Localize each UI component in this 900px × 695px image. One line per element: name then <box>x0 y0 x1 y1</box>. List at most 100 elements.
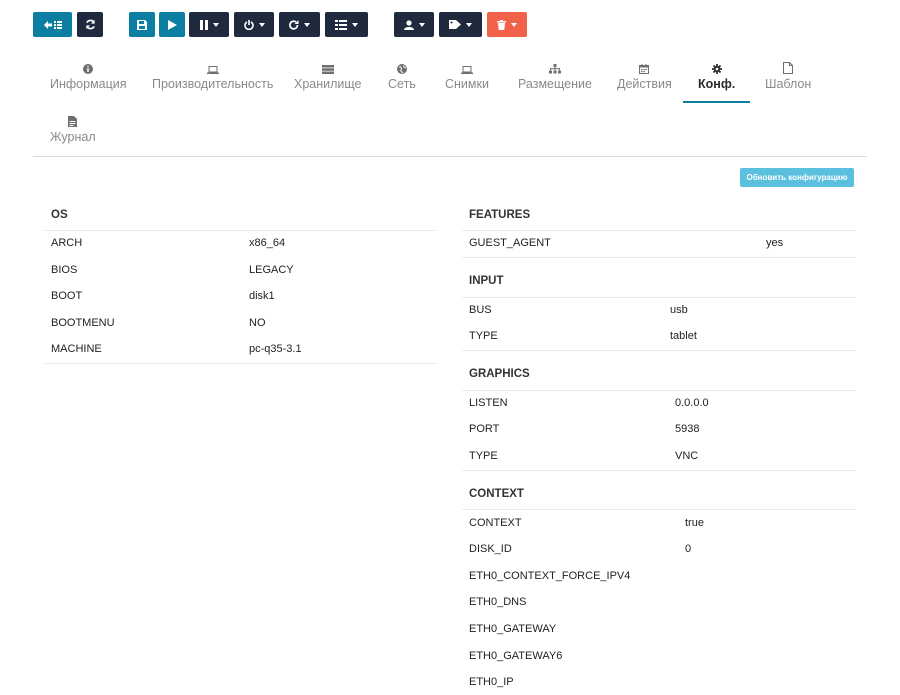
tab-network[interactable]: Сеть <box>388 60 416 91</box>
tab-label: Информация <box>50 77 127 91</box>
calendar-icon <box>639 64 650 74</box>
section-title-features: FEATURES <box>469 209 531 221</box>
config-value: VNC <box>675 450 699 462</box>
tab-label: Действия <box>617 77 672 91</box>
config-key: ARCH <box>51 237 83 249</box>
arrow-left-list-icon <box>43 20 62 29</box>
tab-label: Производительность <box>152 77 274 91</box>
chevron-down-icon <box>258 22 265 27</box>
tab-label: Снимки <box>445 77 489 91</box>
user-menu-button[interactable] <box>394 12 434 37</box>
tab-label: Журнал <box>50 130 96 144</box>
divider <box>462 230 856 231</box>
floppy-disk-icon <box>137 19 147 30</box>
tab-info[interactable]: Информация <box>50 60 127 91</box>
trash-icon <box>497 19 506 30</box>
chevron-down-icon <box>466 22 472 27</box>
reboot-menu-button[interactable] <box>279 12 320 37</box>
section-title-graphics: GRAPHICS <box>469 368 530 380</box>
tab-template[interactable]: Шаблон <box>765 60 811 91</box>
config-value: x86_64 <box>249 237 286 249</box>
tab-actions[interactable]: Действия <box>617 60 672 91</box>
list-menu-button[interactable] <box>325 12 368 37</box>
config-value: 0 <box>685 543 692 555</box>
tab-placement[interactable]: Размещение <box>518 60 592 91</box>
config-value: 0.0.0.0 <box>675 397 709 409</box>
tab-performance[interactable]: Производительность <box>152 60 273 91</box>
back-to-list-button[interactable] <box>33 12 72 37</box>
laptop-icon <box>460 66 473 74</box>
refresh-button[interactable] <box>77 12 103 37</box>
user-icon <box>403 19 414 30</box>
config-value: usb <box>670 304 688 316</box>
config-value: true <box>685 517 704 529</box>
tab-storage[interactable]: Хранилище <box>294 60 362 91</box>
config-key: BOOTMENU <box>51 317 115 329</box>
config-key: BUS <box>469 304 492 316</box>
redo-icon <box>289 19 299 30</box>
config-value: disk1 <box>249 290 275 302</box>
config-key: CONTEXT <box>469 517 522 529</box>
tab-log[interactable]: Журнал <box>50 113 96 144</box>
list-icon <box>335 19 347 30</box>
config-key: ETH0_IP <box>469 676 514 688</box>
laptop-icon <box>206 66 219 74</box>
cog-icon <box>711 64 722 74</box>
chevron-down-icon <box>511 22 517 27</box>
config-key: MACHINE <box>51 343 102 355</box>
config-key: PORT <box>469 423 500 435</box>
pause-icon <box>199 19 208 30</box>
config-key: LISTEN <box>469 397 508 409</box>
play-button[interactable] <box>159 12 185 37</box>
tab-snapshots[interactable]: Снимки <box>445 60 489 91</box>
config-value: tablet <box>670 330 697 342</box>
update-configuration-button[interactable]: Обновить конфигурацию <box>740 168 854 187</box>
globe-icon <box>396 64 407 74</box>
divider <box>462 470 856 471</box>
divider <box>462 350 856 351</box>
divider <box>44 363 437 364</box>
config-key: BOOT <box>51 290 83 302</box>
tag-menu-button[interactable] <box>439 12 482 37</box>
active-tab-indicator <box>683 101 750 103</box>
pause-menu-button[interactable] <box>189 12 229 37</box>
tag-icon <box>449 20 461 29</box>
config-value: LEGACY <box>249 264 294 276</box>
config-value: yes <box>766 237 784 249</box>
config-key: DISK_ID <box>469 543 512 555</box>
config-key: ETH0_CONTEXT_FORCE_IPV4 <box>469 570 631 582</box>
chevron-down-icon <box>212 22 219 27</box>
save-button[interactable] <box>129 12 155 37</box>
tab-label: Хранилище <box>294 77 362 91</box>
delete-menu-button[interactable] <box>487 12 527 37</box>
section-title-context: CONTEXT <box>469 488 524 500</box>
tab-label: Шаблон <box>765 77 812 91</box>
config-key: TYPE <box>469 330 498 342</box>
section-title-input: INPUT <box>469 275 504 287</box>
refresh-icon <box>85 19 95 30</box>
chevron-down-icon <box>352 22 358 27</box>
tab-label: Конф. <box>698 77 736 91</box>
power-icon <box>243 19 254 30</box>
config-key: ETH0_GATEWAY6 <box>469 650 563 662</box>
sitemap-icon <box>548 64 561 74</box>
chevron-down-icon <box>418 22 425 27</box>
config-key: GUEST_AGENT <box>469 237 551 249</box>
config-value: pc-q35-3.1 <box>249 343 302 355</box>
hdd-icon <box>321 65 334 74</box>
config-value: NO <box>249 317 266 329</box>
divider <box>462 297 856 298</box>
file-text-icon <box>68 116 78 127</box>
tabs-divider <box>33 156 867 157</box>
config-key: ETH0_DNS <box>469 596 527 608</box>
config-key: BIOS <box>51 264 78 276</box>
tab-label: Размещение <box>518 77 592 91</box>
divider <box>462 257 856 258</box>
config-value: 5938 <box>675 423 700 435</box>
power-menu-button[interactable] <box>234 12 274 37</box>
info-circle-icon <box>83 64 94 74</box>
tab-config[interactable]: Конф. <box>698 60 735 91</box>
section-title-os: OS <box>51 209 68 221</box>
config-key: ETH0_GATEWAY <box>469 623 557 635</box>
chevron-down-icon <box>304 22 310 27</box>
